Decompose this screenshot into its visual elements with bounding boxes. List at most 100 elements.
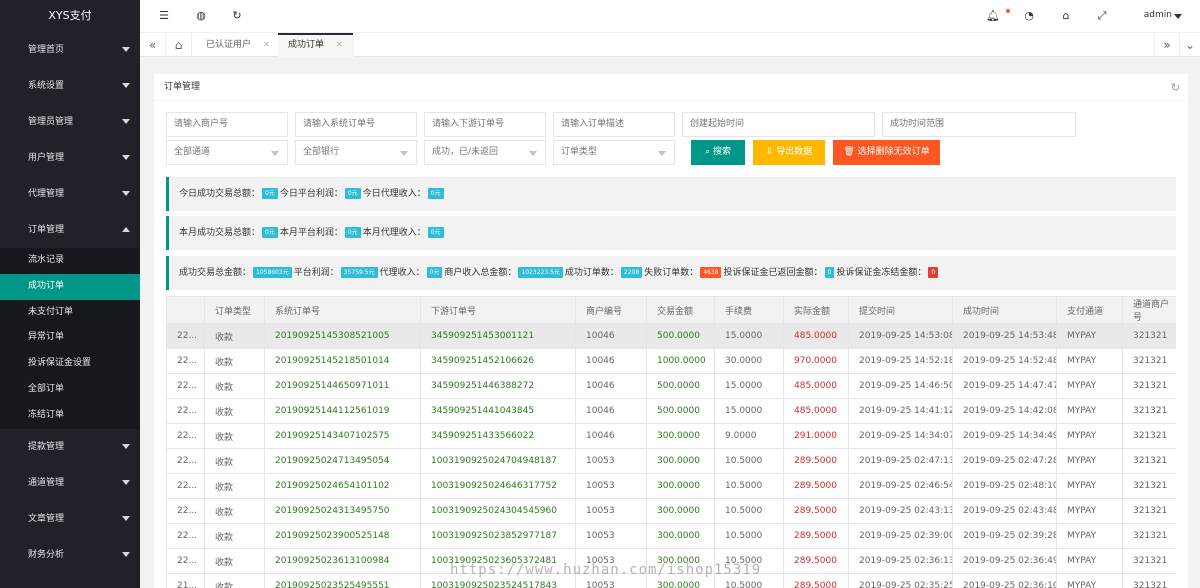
table-cell: MYPAY [1056,473,1123,499]
column-header[interactable]: 交易金额 [646,296,715,324]
chevron-down-icon [122,191,130,196]
tab-label: 已认证用户 [206,40,252,50]
column-header[interactable]: 商户编号 [575,296,647,324]
table-cell: 1000.0000 [646,348,715,374]
order-card: 订单管理 ↻ 请输入商户号 请输入系统订单号 请输入下游订单号 请输入订单描述 … [154,74,1188,588]
table-cell: 22... [166,348,205,374]
table-row[interactable]: 22... 收款 20190925143407102575 3459092514335… [166,423,1176,449]
column-header[interactable]: 通道商户号 [1122,296,1176,324]
table-cell: 22... [166,548,205,574]
stat-badge: 0元 [262,227,278,238]
sidebar-item-system-settings[interactable]: 系统设置 [0,68,140,104]
menu-collapse-icon[interactable]: ☰ [158,10,170,22]
sidebar-item-user-management[interactable]: 用户管理 [0,140,140,176]
tabs-dropdown-icon[interactable]: ⌄ [1180,33,1200,57]
fullscreen-icon[interactable]: ⤢ [1096,10,1108,22]
order-type-select[interactable]: 订单类型 [553,140,675,165]
tab-verified-users[interactable]: 已认证用户 ✕ [196,33,281,57]
sidebar-item-article-management[interactable]: 文章管理 [0,501,140,537]
sidebar-subitem-unpaid-orders[interactable]: 未支付订单 [0,300,140,326]
table-cell: 收款 [204,448,265,474]
downstream-order-no-input[interactable]: 请输入下游订单号 [424,112,546,137]
create-start-time-input[interactable]: 创建起始时间 [682,112,875,137]
sidebar-item-label: 系统设置 [28,81,65,91]
sidebar-subitem-deposit-settings[interactable]: 投诉保证金设置 [0,351,140,377]
table-cell: 收款 [204,423,265,449]
sidebar-subitem-frozen-orders[interactable]: 冻结订单 [0,403,140,429]
delete-invalid-button[interactable]: 🗑︎ 选择删除无效订单 [833,140,940,165]
sidebar-subitem-all-orders[interactable]: 全部订单 [0,377,140,403]
table-cell: 20190925024313495750 [264,498,421,524]
sidebar-item-agent-management[interactable]: 代理管理 [0,176,140,212]
channel-select[interactable]: 全部通道 [166,140,288,165]
table-cell: 收款 [204,473,265,499]
sidebar-subitem-flow-records[interactable]: 流水记录 [0,248,140,274]
column-header[interactable]: 系统订单号 [264,296,421,324]
refresh-icon[interactable]: ↻ [1171,74,1180,101]
user-menu[interactable]: admin [1144,10,1172,20]
home-icon[interactable]: ⌂ [166,33,192,57]
table-row[interactable]: 22... 收款 20190925023900525148 1003190925023… [166,523,1176,549]
stat-label: 投诉保证金已返回金额： [723,268,823,278]
table-cell: 20190925023613100984 [264,548,421,574]
tabs-scroll-right-icon[interactable]: » [1154,33,1180,57]
globe-icon[interactable]: ◍ [195,10,207,22]
stat-badge: 0元 [427,188,444,199]
table-row[interactable]: 22... 收款 20190925024313495750 1003190925024… [166,498,1176,524]
bank-select[interactable]: 全部银行 [295,140,417,165]
bell-icon[interactable]: 🔔︎ [986,10,1000,22]
sidebar-item-finance-analysis[interactable]: 财务分析 [0,537,140,573]
sidebar-subitem-abnormal-orders[interactable]: 异常订单 [0,325,140,351]
close-icon[interactable]: ✕ [336,40,343,49]
table-cell: 2019-09-25 02:46:54 [848,473,953,499]
column-header[interactable] [166,296,205,324]
order-desc-input[interactable]: 请输入订单描述 [553,112,675,137]
chevron-down-icon [122,155,130,160]
column-header[interactable]: 实际金额 [783,296,849,324]
column-header[interactable]: 手续费 [714,296,784,324]
table-row[interactable]: 22... 收款 20190925024713495054 1003190925024… [166,448,1176,474]
chevron-down-icon [122,515,130,521]
sidebar-item-home[interactable]: 管理首页 [0,32,140,68]
table-cell: 2019-09-25 02:36:10 [952,573,1057,588]
stat-label: 本月平台利润： [279,228,343,238]
column-header[interactable]: 提交时间 [848,296,953,324]
orders-table-wrapper[interactable]: 订单类型 系统订单号 下游订单号 商户编号 交易金额 手续费 实际金额 提交时间 成功时间 支付通… [166,296,1176,588]
tag-icon[interactable]: ⌂ [1060,10,1072,22]
sidebar-item-admin-management[interactable]: 管理员管理 [0,104,140,140]
tab-success-orders[interactable]: 成功订单 ✕ [278,33,354,57]
status-select[interactable]: 成功，已/未返回 [424,140,546,165]
merchant-no-input[interactable]: 请输入商户号 [166,112,288,137]
search-button[interactable]: ⌕ 搜索 [691,140,745,165]
sidebar-item-label: 财务分析 [28,549,65,560]
sidebar-item-withdrawal-management[interactable]: 提款管理 [0,429,140,465]
chevron-down-icon[interactable] [1174,14,1182,19]
column-header[interactable]: 支付通道 [1056,296,1123,324]
table-row[interactable]: 22... 收款 20190925144650971011 3459092514463… [166,373,1176,399]
system-order-no-input[interactable]: 请输入系统订单号 [295,112,417,137]
stat-label: 商户收入总金额： [444,268,517,278]
table-row[interactable]: 22... 收款 20190925145308521005 3459092514530… [166,323,1176,349]
stat-badge: 35759.5元 [340,267,378,278]
sidebar-subitem-success-orders[interactable]: 成功订单 [0,273,140,300]
refresh-icon[interactable]: ↻ [231,10,243,22]
table-cell: 485.0000 [783,398,849,424]
tabs-scroll-left-icon[interactable]: « [140,33,166,57]
column-header[interactable]: 下游订单号 [420,296,576,324]
table-row[interactable]: 22... 收款 20190925145218501014 3459092514521… [166,348,1176,374]
column-header[interactable]: 成功时间 [952,296,1057,324]
table-row[interactable]: 22... 收款 20190925144112561019 3459092514410… [166,398,1176,424]
theme-icon[interactable]: ◔ [1023,10,1035,22]
table-row[interactable]: 22... 收款 20190925024654101102 1003190925024… [166,473,1176,499]
export-button[interactable]: ⇩ 导出数据 [753,140,825,165]
sidebar-item-order-management[interactable]: 订单管理 [0,212,140,248]
table-cell: 20190925143407102575 [264,423,421,449]
success-time-range-input[interactable]: 成功时间范围 [882,112,1076,137]
close-icon[interactable]: ✕ [263,40,270,49]
column-header[interactable]: 订单类型 [204,296,265,324]
table-cell: 10046 [575,423,647,449]
table-cell: 2019-09-25 02:39:00 [848,523,953,549]
sidebar-item-channel-management[interactable]: 通道管理 [0,465,140,501]
table-cell: 100319092502430454596​0 [420,498,576,524]
table-cell: 2019-09-25 14:52:18 [848,348,953,374]
